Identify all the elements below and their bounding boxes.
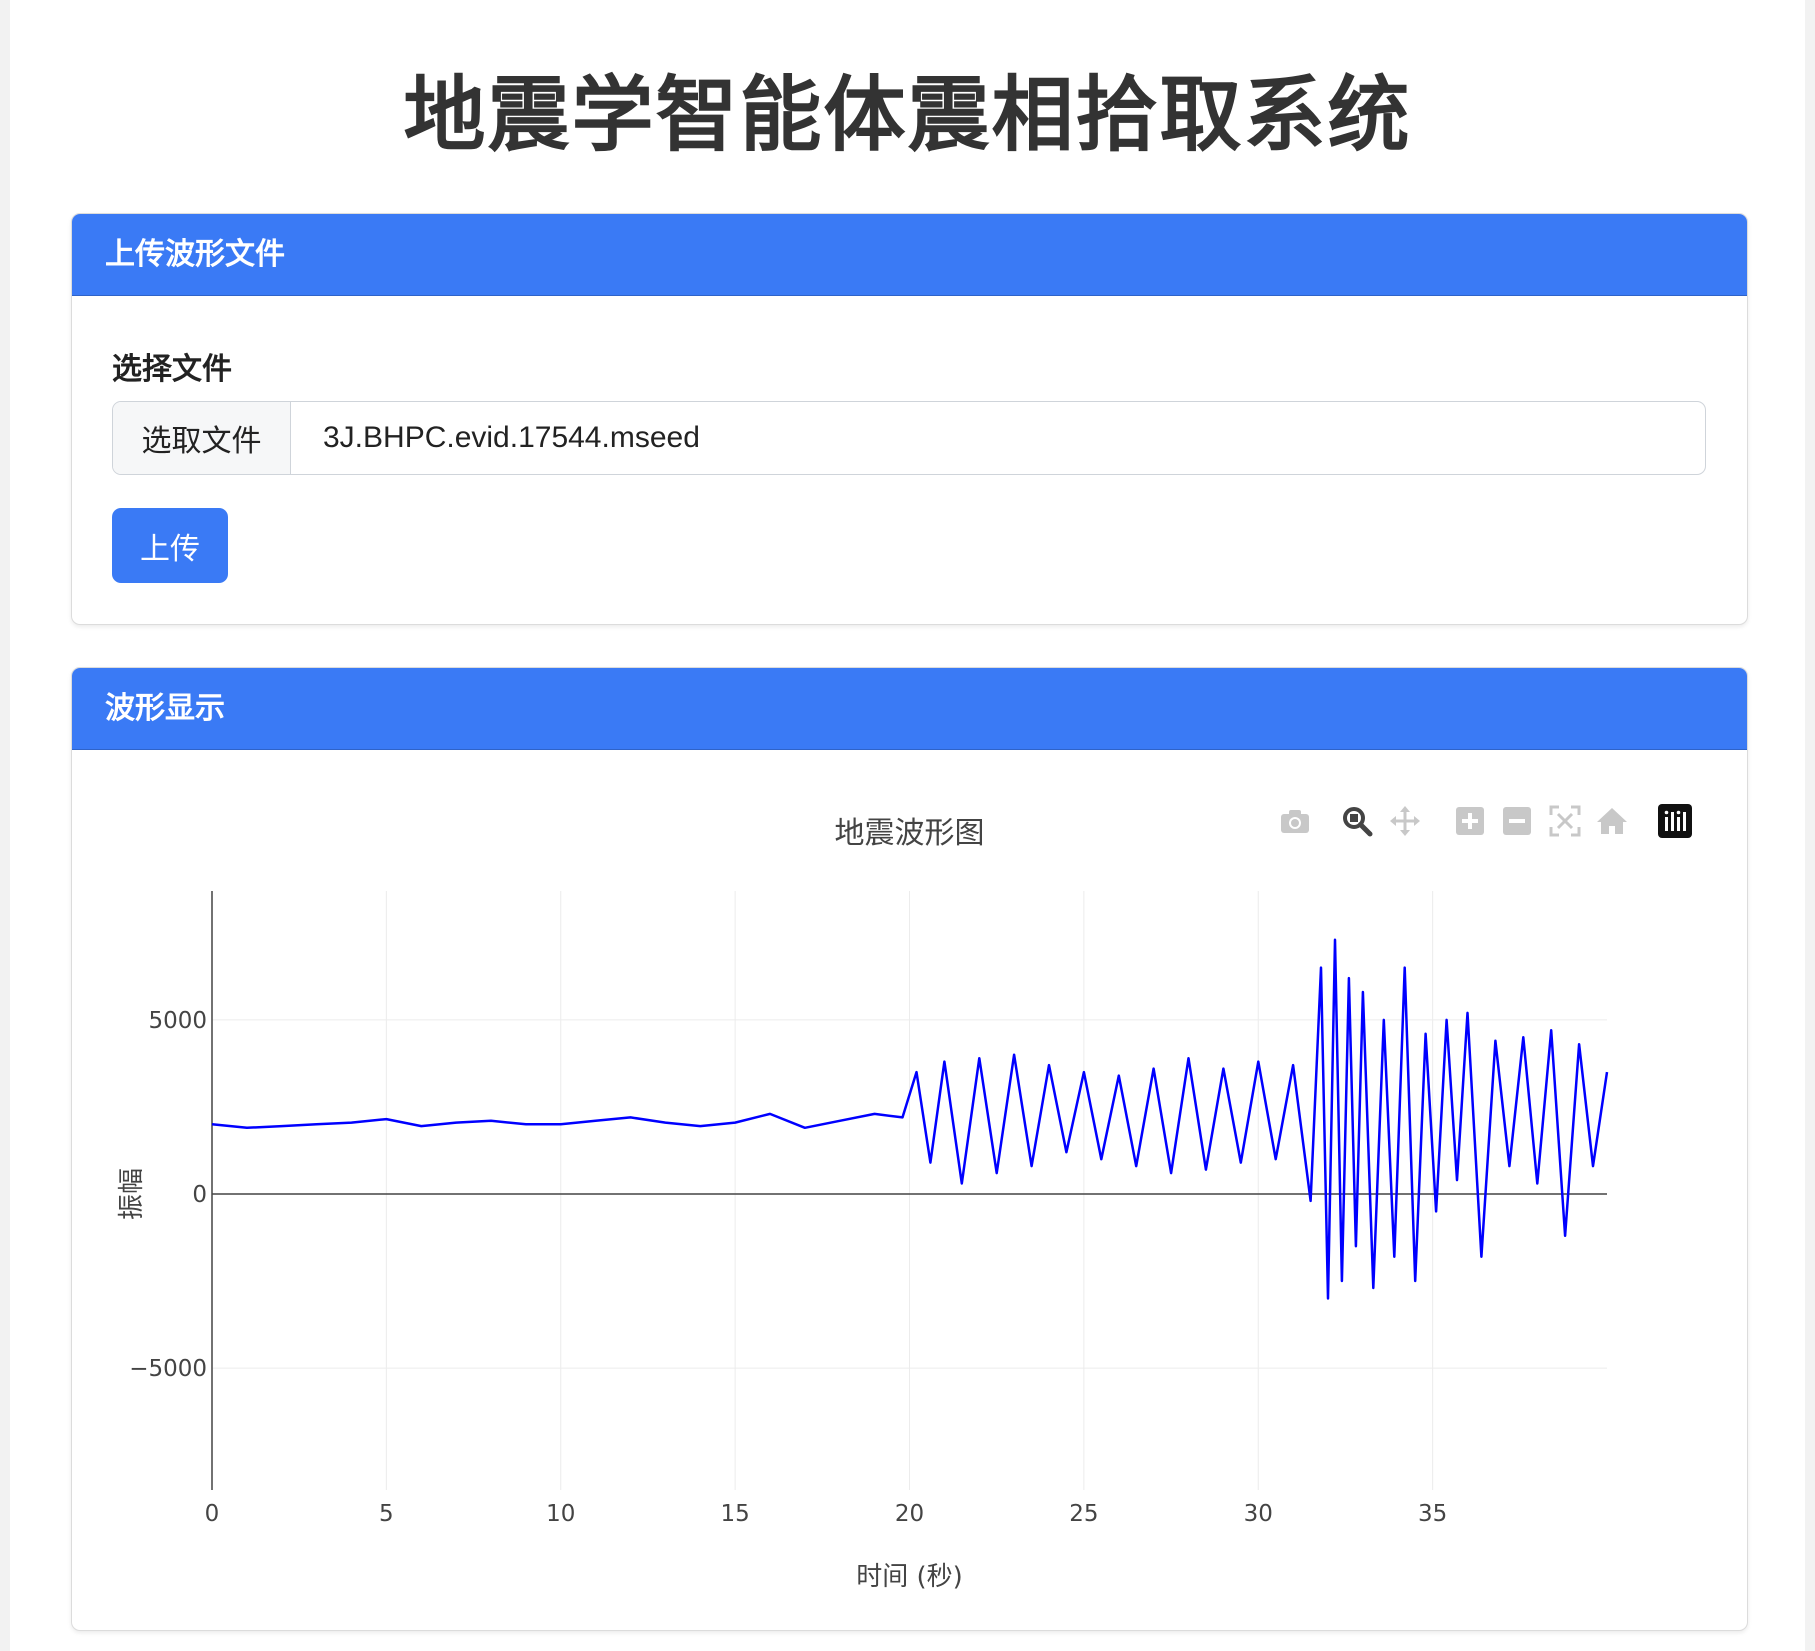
zoom-icon[interactable] [1339,803,1375,839]
camera-icon[interactable] [1277,803,1313,839]
chart-modebar [1277,803,1717,847]
upload-card-header: 上传波形文件 [72,214,1747,296]
y-axis-label: 振幅 [117,1168,147,1220]
x-tick-label: 10 [546,1501,575,1527]
home-icon[interactable] [1594,803,1630,839]
x-tick-label: 5 [379,1501,394,1527]
file-input[interactable]: 选取文件 3J.BHPC.evid.17544.mseed [112,401,1706,475]
zoom-out-icon[interactable] [1499,803,1535,839]
zoom-in-icon[interactable] [1452,803,1488,839]
y-tick-label: 5000 [148,1008,207,1034]
page-title: 地震学智能体震相拾取系统 [403,68,1412,163]
waveform-card: 波形显示 0 5 10 15 20 25 30 35 −5000 0 5000 时间 (秒) 振幅 地震… [71,667,1748,1631]
x-tick-label: 35 [1418,1501,1447,1527]
file-field-label: 选择文件 [112,352,232,387]
pan-icon[interactable] [1387,803,1423,839]
x-tick-label: 0 [205,1501,220,1527]
x-tick-label: 30 [1244,1501,1273,1527]
x-tick-label: 15 [720,1501,749,1527]
choose-file-button[interactable]: 选取文件 [113,402,291,474]
x-tick-label: 20 [895,1501,924,1527]
upload-card: 上传波形文件 选择文件 选取文件 3J.BHPC.evid.17544.msee… [71,213,1748,625]
selected-file-name: 3J.BHPC.evid.17544.mseed [323,421,700,454]
y-tick-label: −5000 [129,1356,207,1382]
x-axis-label: 时间 (秒) [856,1562,963,1592]
plotly-logo-icon[interactable] [1657,803,1693,839]
upload-button[interactable]: 上传 [112,508,228,583]
x-tick-label: 25 [1069,1501,1098,1527]
y-tick-label: 0 [192,1182,207,1208]
autoscale-icon[interactable] [1547,803,1583,839]
